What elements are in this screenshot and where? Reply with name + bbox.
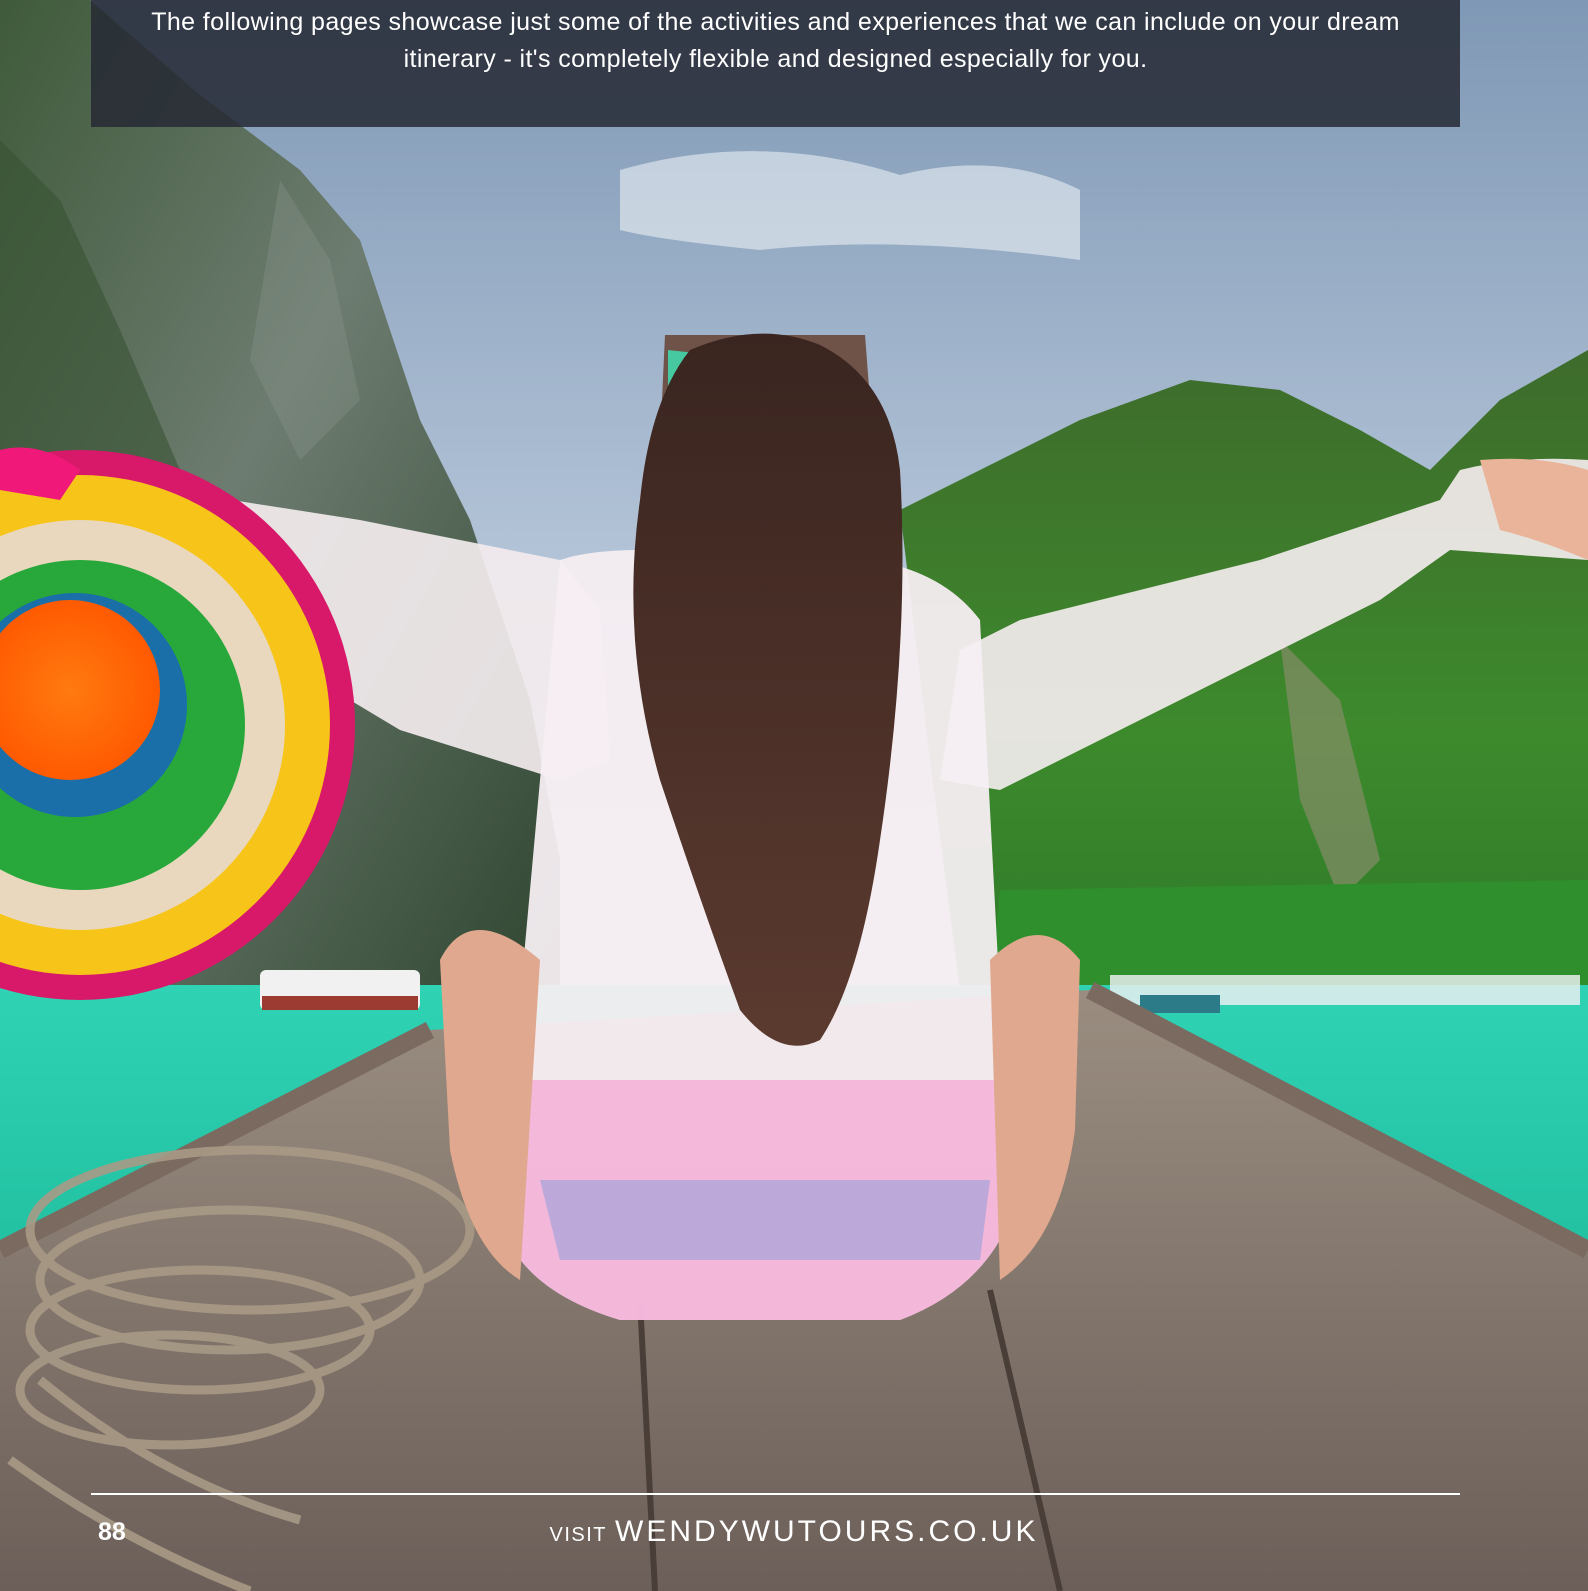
brochure-page: The following pages showcase just some o… (0, 0, 1588, 1591)
intro-text: The following pages showcase just some o… (151, 8, 1400, 73)
intro-banner: The following pages showcase just some o… (91, 0, 1460, 127)
footer-divider (91, 1493, 1460, 1495)
website-footer[interactable]: VISIT WENDYWUTOURS.CO.UK (0, 1515, 1588, 1549)
visit-label: VISIT (549, 1524, 608, 1546)
travel-photo (0, 0, 1588, 1591)
website-link[interactable]: WENDYWUTOURS.CO.UK (615, 1515, 1038, 1548)
